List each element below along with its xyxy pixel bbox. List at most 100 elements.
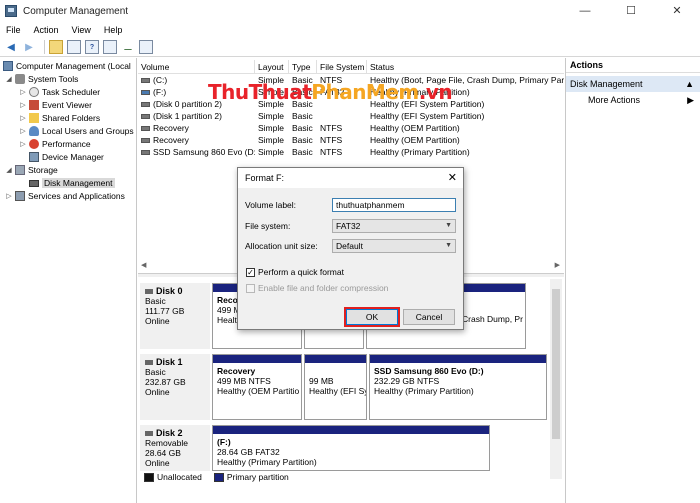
list-view-icon[interactable] [139,40,153,54]
actions-pane: Actions Disk Management ▲ More Actions ▶ [565,58,700,503]
cancel-button[interactable]: Cancel [403,309,455,325]
clock-icon [29,87,39,97]
primary-partition-swatch [213,472,224,482]
window-title: Computer Management [23,5,129,17]
disk-icon [145,360,153,365]
properties-icon[interactable] [103,40,117,54]
chevron-right-icon[interactable]: ▷ [19,101,27,109]
connect-icon[interactable]: ⚊ [121,40,135,54]
menu-file[interactable]: File [6,25,21,35]
disk-1-partition-recovery[interactable]: Recovery 499 MB NTFS Healthy (OEM Partit… [212,354,302,420]
dialog-close-icon[interactable]: ✕ [448,168,457,188]
scroll-right-icon[interactable]: ▶ [555,261,560,269]
volume-label-row: Volume label: thuthuatphanmem [245,198,456,212]
volume-label-input[interactable]: thuthuatphanmem [332,198,456,212]
menu-action[interactable]: Action [34,25,59,35]
column-header-layout[interactable]: Layout [255,60,289,74]
disk-1-partition-efi[interactable]: 99 MB Healthy (EFI Sy [304,354,367,420]
volume-row[interactable]: Recovery Simple Basic NTFS Healthy (OEM … [138,123,564,135]
forward-arrow-icon[interactable]: ▶ [22,40,36,54]
dialog-body: Volume label: thuthuatphanmem File syste… [238,188,463,329]
disk-1-label[interactable]: Disk 1 Basic 232.87 GB Online [140,354,210,420]
disk-0-label[interactable]: Disk 0 Basic 111.77 GB Online [140,283,210,349]
drive-icon [141,102,150,108]
legend-unallocated: Unallocated [157,472,202,482]
folder-up-icon[interactable] [49,40,63,54]
back-arrow-icon[interactable]: ◀ [4,40,18,54]
chevron-right-icon[interactable]: ▷ [5,192,13,200]
chevron-down-icon[interactable]: ◢ [5,166,13,174]
scroll-thumb[interactable] [552,289,560,439]
checkmark-icon[interactable]: ✓ [246,267,255,277]
toolbar-separator [44,40,45,54]
drive-icon [141,114,150,120]
dialog-title: Format F: [245,173,285,183]
console-tree-icon[interactable] [67,40,81,54]
services-icon [15,191,25,201]
allocation-unit-row: Allocation unit size: Default ▼ [245,239,456,253]
close-button[interactable]: ✕ [654,0,700,22]
compression-checkbox: Enable file and folder compression [246,283,388,293]
dialog-title-bar: Format F: ✕ [238,168,463,188]
drive-icon [141,78,150,84]
tree-item-shared-folders[interactable]: ▷ Shared Folders [19,112,100,124]
folder-icon [29,113,39,123]
scroll-left-icon[interactable]: ◀ [141,261,146,269]
storage-icon [15,165,25,175]
disk-2-partition-f[interactable]: (F:) 28.64 GB FAT32 Healthy (Primary Par… [212,425,490,471]
volume-row[interactable]: SSD Samsung 860 Evo (D:) Simple Basic NT… [138,147,564,159]
help-icon[interactable]: ? [85,40,99,54]
checkbox-icon [246,283,255,293]
file-system-row: File system: FAT32 ▼ [245,219,456,233]
more-actions-link[interactable]: More Actions ▶ [566,92,700,108]
tree-item-disk-management[interactable]: Disk Management [29,177,115,189]
chevron-right-icon[interactable]: ▷ [19,88,27,96]
collapse-icon[interactable]: ▲ [685,76,694,92]
volume-list-header: Volume Layout Type File System Status [138,60,564,74]
tree-item-computer-management[interactable]: Computer Management (Local [3,60,131,72]
disk-2-label[interactable]: Disk 2 Removable 28.64 GB Online [140,425,210,471]
actions-section-disk-management[interactable]: Disk Management ▲ [566,76,700,92]
toolbar: ◀ ▶ ? ⚊ [0,38,700,57]
minimize-button[interactable]: — [562,0,608,22]
column-header-file-system[interactable]: File System [317,60,367,74]
chevron-right-icon[interactable]: ▷ [19,140,27,148]
volume-row[interactable]: (Disk 1 partition 2) Simple Basic Health… [138,111,564,123]
tree-item-storage[interactable]: ◢ Storage [5,164,58,176]
tree-item-local-users[interactable]: ▷ Local Users and Groups [19,125,134,137]
column-header-volume[interactable]: Volume [138,60,255,74]
allocation-unit-select[interactable]: Default ▼ [332,239,456,253]
column-header-status[interactable]: Status [367,60,564,74]
event-viewer-icon [29,100,39,110]
tree-item-system-tools[interactable]: ◢ System Tools [5,73,78,85]
quick-format-checkbox[interactable]: ✓ Perform a quick format [246,267,344,277]
chevron-down-icon[interactable]: ◢ [5,75,13,83]
tree-item-task-scheduler[interactable]: ▷ Task Scheduler [19,86,100,98]
menu-view[interactable]: View [72,25,91,35]
column-header-type[interactable]: Type [289,60,317,74]
users-icon [29,126,39,136]
chevron-right-icon[interactable]: ▷ [19,114,27,122]
format-dialog: Format F: ✕ Volume label: thuthuatphanme… [237,167,464,330]
drive-icon [141,90,150,96]
tree-item-event-viewer[interactable]: ▷ Event Viewer [19,99,92,111]
unallocated-swatch [144,472,154,482]
tree-item-device-manager[interactable]: Device Manager [29,151,104,163]
disk-icon [145,431,153,436]
device-manager-icon [29,152,39,162]
tree-item-services-applications[interactable]: ▷ Services and Applications [5,190,125,202]
ok-button[interactable]: OK [346,309,398,325]
disk-1-partition-d[interactable]: SSD Samsung 860 Evo (D:) 232.29 GB NTFS … [369,354,547,420]
chevron-right-icon[interactable]: ▷ [19,127,27,135]
volume-label-caption: Volume label: [245,200,297,210]
watermark-logo: ThuThuatPhanMem.vn [208,80,453,104]
drive-icon [141,126,150,132]
maximize-button[interactable]: ☐ [608,0,654,22]
performance-icon [29,139,39,149]
tree-item-performance[interactable]: ▷ Performance [19,138,91,150]
vertical-scrollbar[interactable] [550,279,562,479]
tools-icon [15,74,25,84]
menu-help[interactable]: Help [104,25,123,35]
file-system-select[interactable]: FAT32 ▼ [332,219,456,233]
volume-row[interactable]: Recovery Simple Basic NTFS Healthy (OEM … [138,135,564,147]
